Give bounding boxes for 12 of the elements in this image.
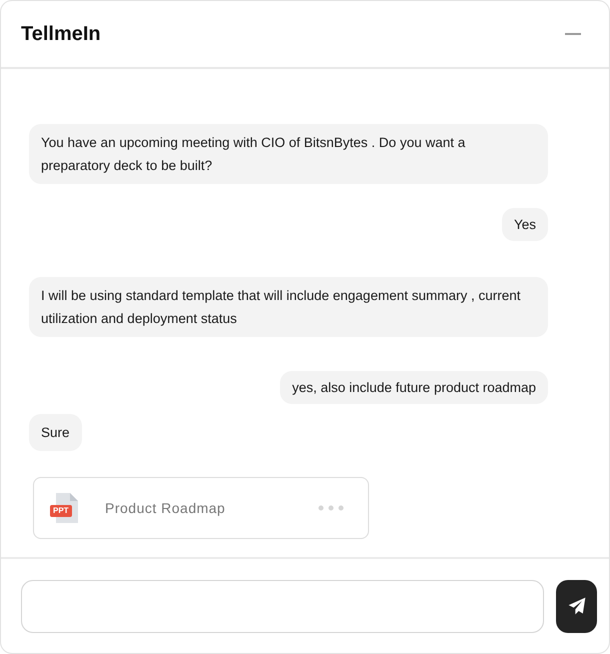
user-message: yes, also include future product roadmap [280, 371, 548, 404]
bot-message: Sure [29, 414, 82, 451]
bot-message: I will be using standard template that will include engagement summary , current utilization and deployment status [29, 277, 548, 337]
more-icon[interactable] [318, 505, 344, 511]
send-icon [566, 596, 586, 616]
send-button[interactable] [556, 580, 597, 632]
file-attachment-card[interactable]: PPT Product Roadmap [33, 477, 369, 539]
window-title: TellmeIn [21, 22, 101, 47]
message-input[interactable] [21, 580, 544, 632]
user-message: Yes [502, 208, 548, 241]
file-name: Product Roadmap [105, 498, 226, 518]
bot-message: You have an upcoming meeting with CIO of BitsnBytes . Do you want a preparatory deck to be built? [29, 124, 548, 184]
